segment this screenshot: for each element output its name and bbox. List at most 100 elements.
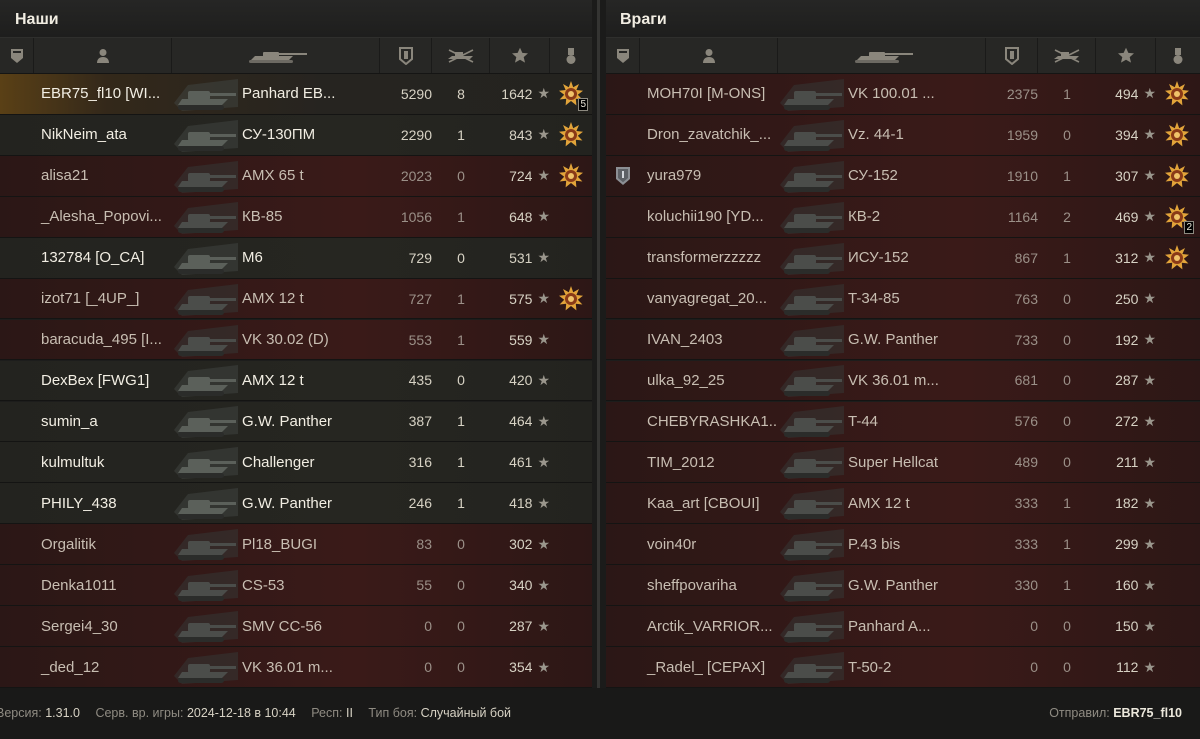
damage-column-icon[interactable] bbox=[986, 38, 1038, 73]
player-name[interactable]: Kaa_art [CBOUI] bbox=[640, 495, 778, 512]
xp-value: 112 bbox=[1116, 659, 1139, 676]
medal-cell[interactable] bbox=[1156, 121, 1198, 149]
player-row[interactable]: kulmultuk Challenger 316 1 461 ★ bbox=[0, 442, 592, 484]
badge-column-icon[interactable] bbox=[606, 38, 640, 73]
player-row[interactable]: TIM_2012 Super Hellcat 489 0 211 ★ bbox=[606, 442, 1200, 484]
player-name[interactable]: ulka_92_25 bbox=[640, 372, 778, 389]
battle-info-line: Версия: 1.31.0 Серв. вр. игры: 2024-12-1… bbox=[0, 706, 523, 720]
medals-column-icon[interactable] bbox=[1156, 38, 1200, 73]
player-name[interactable]: EBR75_fl10 [WI... bbox=[34, 85, 172, 102]
medal-cell[interactable] bbox=[550, 121, 592, 149]
player-row[interactable]: EBR75_fl10 [WI... Panhard EB... 5290 8 1642 ★… bbox=[0, 74, 592, 115]
frags-value: 1 bbox=[1063, 167, 1071, 184]
player-name[interactable]: koluchii190 [YD... bbox=[640, 208, 778, 225]
player-name[interactable]: MOH70I [M-ONS] bbox=[640, 85, 778, 102]
frags-value: 0 bbox=[1063, 372, 1071, 389]
player-name[interactable]: _ded_12 bbox=[34, 659, 172, 676]
player-row[interactable]: _ded_12 VK 36.01 m... 0 0 354 ★ bbox=[0, 647, 592, 688]
vehicle-name: СУ-152 bbox=[848, 167, 898, 185]
version-label: Версия: bbox=[0, 706, 42, 720]
player-name[interactable]: _Alesha_Popovi... bbox=[34, 208, 172, 225]
player-row[interactable]: sheffpovariha G.W. Panther 330 1 160 ★ bbox=[606, 565, 1200, 607]
player-name[interactable]: baracuda_495 [I... bbox=[34, 331, 172, 348]
player-name[interactable]: Dron_zavatchik_... bbox=[640, 126, 778, 143]
player-name[interactable]: yura979 bbox=[640, 167, 778, 184]
xp-cell: 312 ★ bbox=[1096, 249, 1156, 266]
player-row[interactable]: DexBex [FWG1] AMX 12 t 435 0 420 ★ bbox=[0, 360, 592, 402]
player-row[interactable]: Kaa_art [CBOUI] AMX 12 t 333 1 182 ★ bbox=[606, 483, 1200, 525]
vehicle-icon bbox=[174, 570, 238, 603]
player-name[interactable]: CHEBYRASHKA1... bbox=[640, 413, 778, 430]
vehicle-column-icon[interactable] bbox=[172, 38, 380, 73]
xp-column-icon[interactable] bbox=[490, 38, 550, 73]
player-row[interactable]: sumin_a G.W. Panther 387 1 464 ★ bbox=[0, 401, 592, 443]
medal-cell[interactable] bbox=[1156, 162, 1198, 190]
player-name[interactable]: Denka1011 bbox=[34, 577, 172, 594]
frags-column-icon[interactable] bbox=[432, 38, 490, 73]
player-row[interactable]: baracuda_495 [I... VK 30.02 (D) 553 1 559 ★ bbox=[0, 319, 592, 361]
player-row[interactable]: Orgalitik Pl18_BUGI 83 0 302 ★ bbox=[0, 524, 592, 566]
medal-cell[interactable]: 2 bbox=[1156, 203, 1198, 234]
vehicle-name: AMX 12 t bbox=[242, 290, 304, 308]
player-row[interactable]: koluchii190 [YD... КВ-2 1164 2 469 ★ 2 bbox=[606, 196, 1200, 238]
player-name[interactable]: TIM_2012 bbox=[640, 454, 778, 471]
player-row[interactable]: _Radel_ [CEPAX] T-50-2 0 0 112 ★ bbox=[606, 647, 1200, 688]
player-row[interactable]: Sergei4_30 SMV CC-56 0 0 287 ★ bbox=[0, 606, 592, 647]
player-row[interactable]: IVAN_2403 G.W. Panther 733 0 192 ★ bbox=[606, 319, 1200, 361]
frags-value: 1 bbox=[457, 290, 465, 307]
player-name[interactable]: sumin_a bbox=[34, 413, 172, 430]
player-name[interactable]: DexBex [FWG1] bbox=[34, 372, 172, 389]
player-column-icon[interactable] bbox=[640, 38, 778, 73]
player-name[interactable]: transformerzzzzz bbox=[640, 249, 778, 266]
player-name[interactable]: IVAN_2403 bbox=[640, 331, 778, 348]
player-name[interactable]: NikNeim_ata bbox=[34, 126, 172, 143]
player-name[interactable]: PHILY_438 bbox=[34, 495, 172, 512]
player-row[interactable]: vanyagregat_20... T-34-85 763 0 250 ★ bbox=[606, 278, 1200, 320]
player-row[interactable]: ulka_92_25 VK 36.01 m... 681 0 287 ★ bbox=[606, 360, 1200, 402]
medal-cell[interactable] bbox=[1156, 244, 1198, 272]
xp-cell: 250 ★ bbox=[1096, 290, 1156, 307]
medal-cell[interactable] bbox=[550, 285, 592, 313]
player-row[interactable]: _Alesha_Popovi... КВ-85 1056 1 648 ★ bbox=[0, 196, 592, 238]
player-row[interactable]: NikNeim_ata СУ-130ПМ 2290 1 843 ★ bbox=[0, 114, 592, 156]
star-icon: ★ bbox=[537, 617, 550, 634]
damage-column-icon[interactable] bbox=[380, 38, 432, 73]
player-name[interactable]: vanyagregat_20... bbox=[640, 290, 778, 307]
medal-icon bbox=[1165, 162, 1189, 188]
player-name[interactable]: Orgalitik bbox=[34, 536, 172, 553]
player-row[interactable]: CHEBYRASHKA1... T-44 576 0 272 ★ bbox=[606, 401, 1200, 443]
xp-column-icon[interactable] bbox=[1096, 38, 1156, 73]
player-row[interactable]: Arctik_VARRIOR... Panhard A... 0 0 150 ★ bbox=[606, 606, 1200, 647]
player-name[interactable]: 132784 [O_CA] bbox=[34, 249, 172, 266]
player-name[interactable]: izot71 [_4UP_] bbox=[34, 290, 172, 307]
star-icon: ★ bbox=[1143, 290, 1156, 307]
badge-column-icon[interactable] bbox=[0, 38, 34, 73]
player-row[interactable]: MOH70I [M-ONS] VK 100.01 ... 2375 1 494 ★ bbox=[606, 74, 1200, 115]
medal-cell[interactable] bbox=[550, 162, 592, 190]
frags-value: 0 bbox=[457, 167, 465, 184]
player-row[interactable]: yura979 СУ-152 1910 1 307 ★ bbox=[606, 155, 1200, 197]
vehicle-icon bbox=[174, 201, 238, 234]
player-name[interactable]: Arctik_VARRIOR... bbox=[640, 618, 778, 635]
player-row[interactable]: 132784 [O_CA] M6 729 0 531 ★ bbox=[0, 237, 592, 279]
vehicle-column-icon[interactable] bbox=[778, 38, 986, 73]
player-name[interactable]: sheffpovariha bbox=[640, 577, 778, 594]
medal-cell[interactable]: 5 bbox=[550, 80, 592, 111]
player-row[interactable]: alisa21 AMX 65 t 2023 0 724 ★ bbox=[0, 155, 592, 197]
player-name[interactable]: Sergei4_30 bbox=[34, 618, 172, 635]
player-name[interactable]: voin40r bbox=[640, 536, 778, 553]
player-column-icon[interactable] bbox=[34, 38, 172, 73]
player-row[interactable]: izot71 [_4UP_] AMX 12 t 727 1 575 ★ bbox=[0, 278, 592, 320]
player-name[interactable]: kulmultuk bbox=[34, 454, 172, 471]
player-name[interactable]: _Radel_ [CEPAX] bbox=[640, 659, 778, 676]
player-row[interactable]: transformerzzzzz ИСУ-152 867 1 312 ★ bbox=[606, 237, 1200, 279]
medals-column-icon[interactable] bbox=[550, 38, 592, 73]
player-name[interactable]: alisa21 bbox=[34, 167, 172, 184]
player-row[interactable]: voin40r P.43 bis 333 1 299 ★ bbox=[606, 524, 1200, 566]
player-row[interactable]: PHILY_438 G.W. Panther 246 1 418 ★ bbox=[0, 483, 592, 525]
frags-column-icon[interactable] bbox=[1038, 38, 1096, 73]
player-row[interactable]: Denka1011 CS-53 55 0 340 ★ bbox=[0, 565, 592, 607]
player-row[interactable]: Dron_zavatchik_... Vz. 44-1 1959 0 394 ★ bbox=[606, 114, 1200, 156]
vehicle-name: T-50-2 bbox=[848, 658, 892, 676]
medal-cell[interactable] bbox=[1156, 80, 1198, 108]
